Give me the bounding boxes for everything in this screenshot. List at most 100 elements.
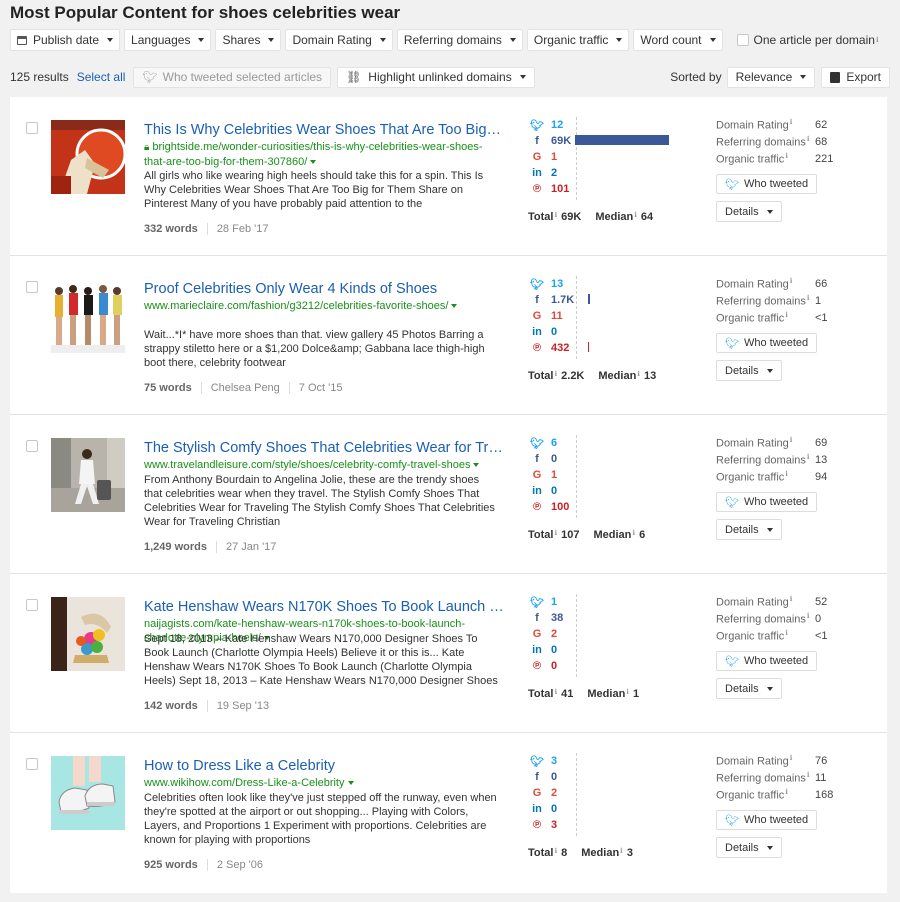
details-dropdown[interactable]: Details [716, 519, 782, 540]
twitter-icon: 🐦︎ [530, 278, 544, 291]
pinterest-shares: 0 [551, 660, 558, 672]
article-title-link[interactable]: How to Dress Like a Celebrity [144, 758, 504, 774]
article-checkbox[interactable] [26, 599, 38, 611]
linkedin-shares: 0 [551, 326, 558, 338]
url-dropdown-icon[interactable] [451, 304, 458, 309]
one-article-per-domain-toggle[interactable]: One article per domain ℹ [736, 33, 879, 47]
export-button[interactable]: Export [821, 66, 890, 88]
referring-domains-label: Referring domains [716, 454, 806, 467]
article-url-text[interactable]: www.wikihow.com/Dress-Like-a-Celebrity [144, 777, 345, 789]
linkedin-icon: in [532, 326, 542, 338]
domain-rating-value: 66 [815, 277, 828, 290]
chevron-down-icon [766, 527, 773, 532]
facebook-icon: f [535, 294, 539, 306]
organic-traffic-value: 168 [815, 788, 834, 801]
article-meta: 75 words Chelsea Peng 7 Oct '15 [144, 382, 342, 394]
article-checkbox[interactable] [26, 281, 38, 293]
who-tweeted-button[interactable]: 🐦︎ Who tweeted [716, 651, 818, 671]
facebook-share-bar [575, 135, 669, 145]
article-checkbox[interactable] [26, 440, 38, 452]
facebook-shares: 1.7K [551, 294, 575, 306]
article-card: Proof Celebrities Only Wear 4 Kinds of S… [10, 256, 887, 415]
article-url[interactable]: 🔒︎ brightside.me/wonder-curiosities/this… [144, 140, 499, 169]
page-title: Most Popular Content for shoes celebriti… [10, 3, 401, 22]
article-title-link[interactable]: Kate Henshaw Wears N170K Shoes To Book L… [144, 599, 504, 615]
who-tweeted-selected-button[interactable]: 🐦︎ Who tweeted selected articles [133, 66, 332, 88]
linkedin-icon: in [532, 485, 542, 497]
publish-date: 19 Sep '13 [216, 700, 270, 712]
who-tweeted-button[interactable]: 🐦︎ Who tweeted [716, 174, 818, 194]
word-count: 925 words [144, 859, 198, 871]
referring-domains-label: Referring domains [716, 136, 806, 149]
article-url[interactable]: www.travelandleisure.com/style/shoes/cel… [144, 458, 499, 472]
article-title-link[interactable]: Proof Celebrities Only Wear 4 Kinds of S… [144, 281, 504, 297]
domain-metrics: Domain Ratingℹ 52 Referring domainsℹ 0 Org… [716, 595, 828, 643]
sort-dropdown[interactable]: Relevance [726, 66, 816, 88]
median-value: 6 [639, 529, 646, 541]
chevron-down-icon [198, 38, 205, 42]
filter-referring-domains[interactable]: Referring domains [396, 29, 523, 51]
referring-domains-label: Referring domains [716, 295, 806, 308]
filter-label: Languages [131, 33, 191, 47]
article-meta: 1,249 words 27 Jan '17 [144, 541, 276, 553]
article-snippet: Wait...*I* have more shoes than that. vi… [144, 329, 485, 369]
chevron-down-icon [766, 209, 773, 214]
sorted-by-label: Sorted by [670, 70, 722, 84]
lock-icon: 🔒︎ [144, 142, 150, 153]
filter-domain-rating[interactable]: Domain Rating [285, 29, 393, 51]
article-list: This Is Why Celebrities Wear Shoes That … [10, 97, 887, 893]
filter-shares[interactable]: Shares [215, 29, 282, 51]
word-count: 332 words [144, 223, 198, 235]
filter-languages[interactable]: Languages [124, 29, 212, 51]
who-tweeted-button[interactable]: 🐦︎ Who tweeted [716, 810, 818, 830]
who-tweeted-button[interactable]: 🐦︎ Who tweeted [716, 333, 818, 353]
total-label: Total [528, 847, 554, 859]
linkedin-icon: in [532, 167, 542, 179]
details-dropdown[interactable]: Details [716, 678, 782, 699]
article-checkbox[interactable] [26, 758, 38, 770]
social-shares: 🐦︎ 3 f0 G2 in 0 ℗ 3 Total ℹ 8 Median ℹ 3 [527, 753, 677, 866]
word-count: 1,249 words [144, 541, 207, 553]
url-dropdown-icon[interactable] [473, 463, 480, 468]
filter-organic-traffic[interactable]: Organic traffic [526, 29, 630, 51]
details-dropdown[interactable]: Details [716, 360, 782, 381]
article-url[interactable]: www.wikihow.com/Dress-Like-a-Celebrity [144, 776, 499, 790]
filter-word-count[interactable]: Word count [633, 29, 723, 51]
article-url[interactable]: www.marieclaire.com/fashion/g3212/celebr… [144, 299, 499, 313]
domain-rating-label: Domain Rating [716, 278, 789, 291]
article-checkbox[interactable] [26, 122, 38, 134]
pinterest-icon: ℗ [532, 342, 542, 354]
domain-rating-label: Domain Rating [716, 119, 789, 132]
article-url-text[interactable]: www.marieclaire.com/fashion/g3212/celebr… [144, 300, 448, 312]
details-dropdown[interactable]: Details [716, 201, 782, 222]
total-value: 69K [561, 211, 582, 223]
twitter-icon: 🐦︎ [142, 70, 158, 84]
domain-rating-value: 69 [815, 436, 828, 449]
total-value: 107 [561, 529, 580, 541]
linkedin-shares: 0 [551, 644, 558, 656]
url-dropdown-icon[interactable] [347, 781, 354, 786]
details-dropdown[interactable]: Details [716, 837, 782, 858]
google-shares: 11 [551, 310, 563, 322]
details-label: Details [725, 523, 759, 536]
checkbox-icon[interactable] [736, 34, 749, 46]
article-card: Kate Henshaw Wears N170K Shoes To Book L… [10, 574, 887, 733]
pinterest-shares: 100 [551, 501, 570, 513]
highlight-unlinked-dropdown[interactable]: ⛓︎ Highlight unlinked domains [337, 66, 535, 88]
organic-traffic-label: Organic traffic [716, 789, 785, 802]
article-meta: 142 words 19 Sep '13 [144, 700, 269, 712]
filter-publish-date[interactable]: Publish date [10, 29, 121, 51]
chevron-down-icon [766, 686, 773, 691]
who-tweeted-button[interactable]: 🐦︎ Who tweeted [716, 492, 818, 512]
twitter-icon: 🐦︎ [725, 337, 739, 350]
pinterest-shares: 432 [551, 342, 570, 354]
domain-rating-value: 52 [815, 595, 828, 608]
article-title-link[interactable]: The Stylish Comfy Shoes That Celebrities… [144, 440, 504, 456]
word-count: 142 words [144, 700, 198, 712]
article-url-text[interactable]: www.travelandleisure.com/style/shoes/cel… [144, 459, 470, 471]
article-title-link[interactable]: This Is Why Celebrities Wear Shoes That … [144, 122, 504, 138]
url-dropdown-icon[interactable] [310, 160, 317, 165]
who-tweeted-label: Who tweeted [743, 655, 809, 667]
facebook-share-bar [588, 294, 590, 304]
select-all-link[interactable]: Select all [77, 70, 126, 84]
